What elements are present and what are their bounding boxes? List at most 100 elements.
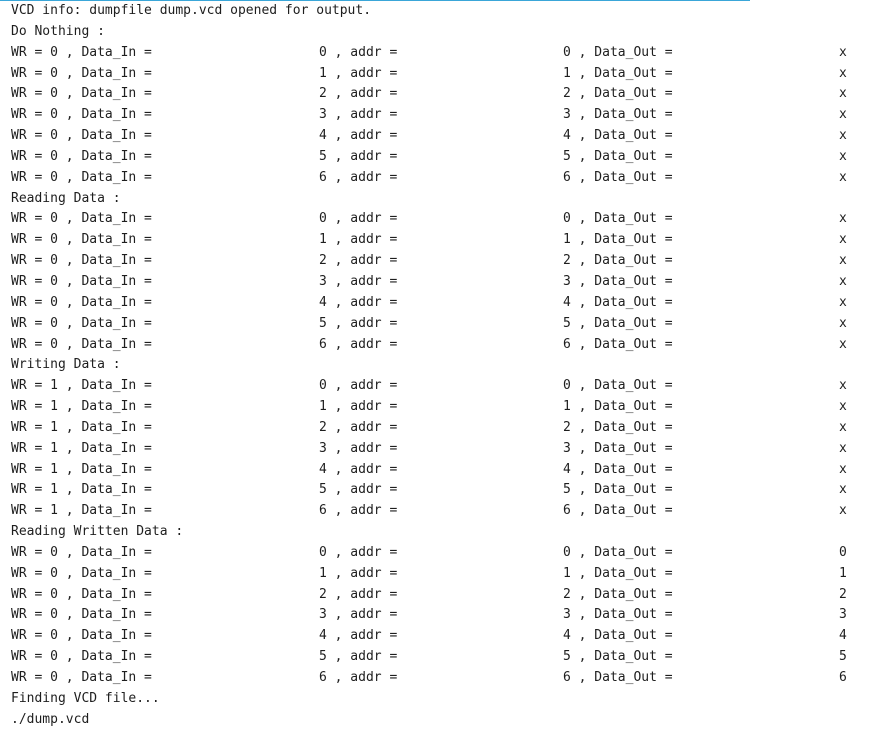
- output-row: WR = 0 , Data_In = 5 , addr = 5 , Data_Out…: [11, 147, 881, 168]
- terminal-output: VCD info: dumpfile dump.vcd opened for o…: [0, 0, 890, 730]
- data-out-field: x: [839, 440, 847, 456]
- data-out-field: x: [839, 336, 847, 352]
- output-row: WR = 1 , Data_In = 6 , addr = 6 , Data_Out…: [11, 501, 881, 522]
- output-row: WR = 0 , Data_In = 4 , addr = 4 , Data_Out…: [11, 126, 881, 147]
- data-out-field: 1: [839, 565, 847, 581]
- data-out-field: x: [839, 315, 847, 331]
- wr-field: WR = 0 , Data_In =: [11, 211, 152, 227]
- addr-field: 1 , Data_Out =: [563, 232, 673, 248]
- data-out-field: x: [839, 107, 847, 123]
- output-row: WR = 0 , Data_In = 3 , addr = 3 , Data_Out…: [11, 105, 881, 126]
- footer-line: ./dump.vcd: [11, 711, 90, 727]
- data-out-field: x: [839, 232, 847, 248]
- wr-field: WR = 0 , Data_In =: [11, 294, 152, 310]
- data-in-field: 2 , addr =: [319, 253, 398, 269]
- footer-line: Finding VCD file...: [11, 690, 160, 706]
- addr-field: 0 , Data_Out =: [563, 44, 673, 60]
- output-row: WR = 0 , Data_In = 3 , addr = 3 , Data_Out…: [11, 272, 881, 293]
- wr-field: WR = 1 , Data_In =: [11, 399, 152, 415]
- addr-field: 0 , Data_Out =: [563, 211, 673, 227]
- data-in-field: 0 , addr =: [319, 44, 398, 60]
- output-row: WR = 0 , Data_In = 1 , addr = 1 , Data_Out…: [11, 564, 881, 585]
- data-out-field: 3: [839, 607, 847, 623]
- data-in-field: 5 , addr =: [319, 649, 398, 665]
- wr-field: WR = 0 , Data_In =: [11, 670, 152, 685]
- addr-field: 2 , Data_Out =: [563, 253, 673, 269]
- data-in-field: 2 , addr =: [319, 419, 398, 435]
- wr-field: WR = 1 , Data_In =: [11, 461, 152, 477]
- data-in-field: 3 , addr =: [319, 607, 398, 623]
- wr-field: WR = 1 , Data_In =: [11, 440, 152, 456]
- addr-field: 1 , Data_Out =: [563, 399, 673, 415]
- wr-field: WR = 0 , Data_In =: [11, 169, 152, 185]
- data-out-field: 6: [839, 670, 847, 685]
- output-row: WR = 1 , Data_In = 3 , addr = 3 , Data_Out…: [11, 439, 881, 460]
- data-in-field: 1 , addr =: [319, 65, 398, 81]
- addr-field: 1 , Data_Out =: [563, 65, 673, 81]
- data-out-field: x: [839, 503, 847, 519]
- data-out-field: 5: [839, 649, 847, 665]
- data-out-field: x: [839, 86, 847, 102]
- data-in-field: 4 , addr =: [319, 461, 398, 477]
- wr-field: WR = 0 , Data_In =: [11, 86, 152, 102]
- data-in-field: 1 , addr =: [319, 565, 398, 581]
- section-label: Writing Data :: [11, 357, 121, 373]
- data-in-field: 6 , addr =: [319, 336, 398, 352]
- data-in-field: 3 , addr =: [319, 273, 398, 289]
- output-row: WR = 0 , Data_In = 6 , addr = 6 , Data_Out…: [11, 668, 881, 689]
- output-row: WR = 0 , Data_In = 5 , addr = 5 , Data_Out…: [11, 314, 881, 335]
- wr-field: WR = 0 , Data_In =: [11, 649, 152, 665]
- wr-field: WR = 0 , Data_In =: [11, 315, 152, 331]
- wr-field: WR = 0 , Data_In =: [11, 336, 152, 352]
- wr-field: WR = 0 , Data_In =: [11, 107, 152, 123]
- output-row: WR = 0 , Data_In = 5 , addr = 5 , Data_Out…: [11, 647, 881, 668]
- output-row: WR = 1 , Data_In = 0 , addr = 0 , Data_Out…: [11, 376, 881, 397]
- addr-field: 5 , Data_Out =: [563, 148, 673, 164]
- output-row: WR = 0 , Data_In = 2 , addr = 2 , Data_Out…: [11, 84, 881, 105]
- data-out-field: x: [839, 65, 847, 81]
- addr-field: 3 , Data_Out =: [563, 107, 673, 123]
- data-out-field: x: [839, 44, 847, 60]
- addr-field: 0 , Data_Out =: [563, 378, 673, 394]
- data-out-field: 2: [839, 586, 847, 602]
- wr-field: WR = 1 , Data_In =: [11, 482, 152, 498]
- output-row: WR = 0 , Data_In = 2 , addr = 2 , Data_Out…: [11, 585, 881, 606]
- wr-field: WR = 0 , Data_In =: [11, 544, 152, 560]
- addr-field: 5 , Data_Out =: [563, 482, 673, 498]
- wr-field: WR = 0 , Data_In =: [11, 253, 152, 269]
- data-in-field: 1 , addr =: [319, 232, 398, 248]
- addr-field: 0 , Data_Out =: [563, 544, 673, 560]
- terminal-text: VCD info: dumpfile dump.vcd opened for o…: [11, 1, 881, 731]
- output-row: WR = 0 , Data_In = 1 , addr = 1 , Data_Out…: [11, 230, 881, 251]
- output-row: WR = 0 , Data_In = 1 , addr = 1 , Data_Out…: [11, 64, 881, 85]
- addr-field: 6 , Data_Out =: [563, 503, 673, 519]
- data-in-field: 4 , addr =: [319, 128, 398, 144]
- data-out-field: x: [839, 482, 847, 498]
- output-row: WR = 0 , Data_In = 2 , addr = 2 , Data_Out…: [11, 251, 881, 272]
- data-in-field: 2 , addr =: [319, 586, 398, 602]
- data-out-field: x: [839, 419, 847, 435]
- wr-field: WR = 0 , Data_In =: [11, 607, 152, 623]
- data-out-field: x: [839, 294, 847, 310]
- output-row: WR = 0 , Data_In = 0 , addr = 0 , Data_Out…: [11, 209, 881, 230]
- data-in-field: 1 , addr =: [319, 399, 398, 415]
- section-label: Do Nothing :: [11, 23, 105, 39]
- data-in-field: 4 , addr =: [319, 294, 398, 310]
- data-out-field: x: [839, 169, 847, 185]
- addr-field: 3 , Data_Out =: [563, 607, 673, 623]
- data-out-field: x: [839, 148, 847, 164]
- wr-field: WR = 0 , Data_In =: [11, 44, 152, 60]
- data-out-field: x: [839, 211, 847, 227]
- addr-field: 5 , Data_Out =: [563, 649, 673, 665]
- data-in-field: 0 , addr =: [319, 544, 398, 560]
- output-row: WR = 0 , Data_In = 0 , addr = 0 , Data_Out…: [11, 543, 881, 564]
- wr-field: WR = 0 , Data_In =: [11, 232, 152, 248]
- addr-field: 2 , Data_Out =: [563, 586, 673, 602]
- data-in-field: 5 , addr =: [319, 148, 398, 164]
- wr-field: WR = 1 , Data_In =: [11, 503, 152, 519]
- wr-field: WR = 1 , Data_In =: [11, 378, 152, 394]
- data-in-field: 6 , addr =: [319, 503, 398, 519]
- addr-field: 6 , Data_Out =: [563, 336, 673, 352]
- wr-field: WR = 0 , Data_In =: [11, 565, 152, 581]
- data-in-field: 4 , addr =: [319, 628, 398, 644]
